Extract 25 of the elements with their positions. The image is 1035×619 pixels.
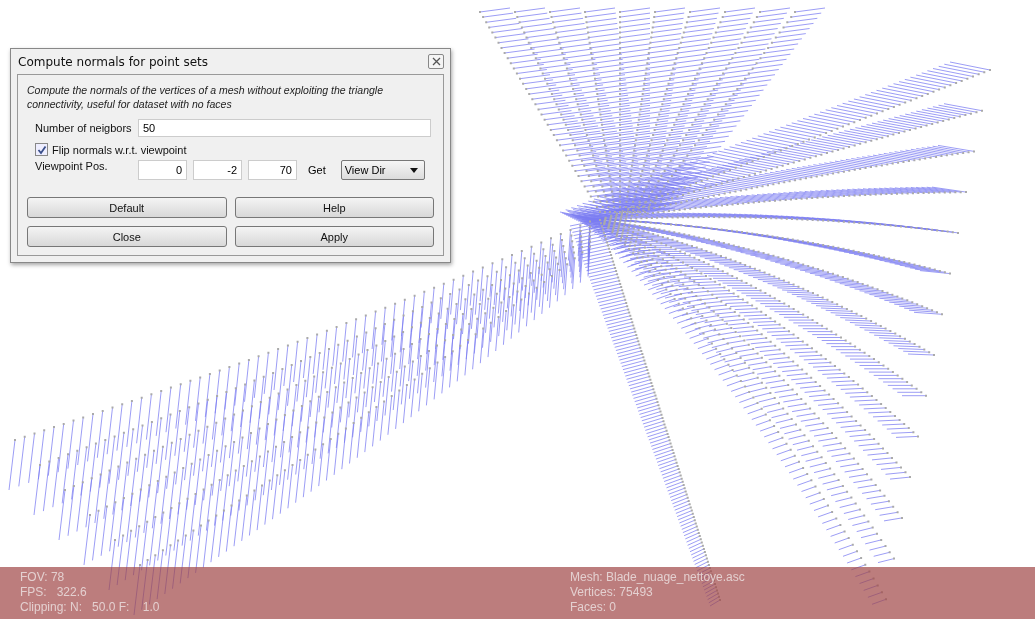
info-text: FOV: 78 [20,570,66,585]
dialog-title: Compute normals for point sets [17,54,208,69]
coordinate-field[interactable]: -2 [193,160,242,180]
checkbox-label[interactable]: Flip normals w.r.t. viewpoint [52,143,187,156]
neighbors-field[interactable]: 50 [138,119,431,137]
get-label: Get [308,164,326,176]
dialog-button[interactable]: Default [27,197,227,218]
coordinate-field[interactable]: 70 [248,160,297,180]
close-button[interactable] [428,54,444,69]
info-text: Clipping: N: 50.0 F: 1.0 [20,600,161,615]
info-text: Mesh: Blade_nuage_nettoye.asc [570,570,745,585]
field-label: Number of neigbors [34,122,133,134]
dialog-button[interactable]: Close [27,226,227,247]
caret-icon [409,167,418,173]
close-icon [431,57,441,66]
checkbox[interactable] [35,143,48,156]
info-text: FPS: 322.6 [20,585,88,600]
dialog-button[interactable]: Apply [234,226,434,247]
coordinate-field[interactable]: 0 [138,160,187,180]
description-text: Compute the normals of the vertices of a mesh without exploiting the triangle connectivity, useful for dataset with no faces [27,83,385,111]
view-dropdown[interactable]: View Dir [340,160,425,180]
dialog-button[interactable]: Help [234,197,434,218]
field-label: Viewpoint Pos. [34,160,109,172]
info-text: Vertices: 75493 [570,585,654,600]
info-text: Faces: 0 [570,600,618,615]
